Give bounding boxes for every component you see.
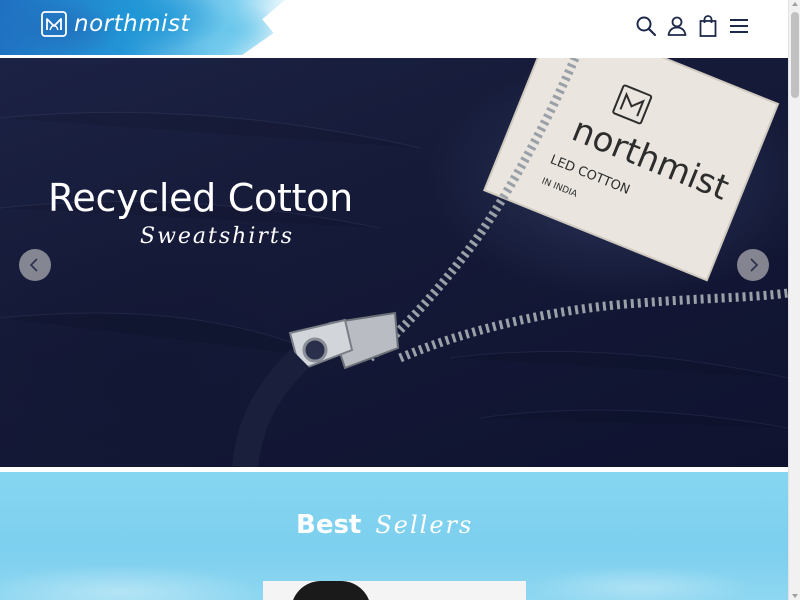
scroll-down-arrow-icon[interactable] <box>792 594 798 598</box>
clothing-label: northmist LED COTTON IN INDIA <box>482 58 780 282</box>
search-icon[interactable] <box>634 14 658 38</box>
chevron-left-icon <box>29 258 38 272</box>
menu-icon[interactable] <box>727 14 751 38</box>
chevron-right-icon <box>750 258 759 272</box>
best-sellers-bold: Best <box>296 510 362 540</box>
scroll-thumb[interactable] <box>791 12 799 98</box>
best-sellers-section: Best Sellers <box>0 472 788 600</box>
logo-mark-icon <box>41 11 67 37</box>
best-sellers-heading: Best Sellers <box>296 510 473 540</box>
site-header: northmist <box>0 0 788 58</box>
hero-image: northmist LED COTTON IN INDIA <box>0 58 788 467</box>
carousel-next-button[interactable] <box>737 249 769 281</box>
best-sellers-script: Sellers <box>375 511 474 539</box>
product-card[interactable] <box>263 581 526 600</box>
cart-icon[interactable] <box>696 14 720 38</box>
hero-title: Recycled Cotton <box>48 176 353 220</box>
product-image <box>291 581 371 600</box>
logo-text: northmist <box>74 11 190 37</box>
hero-script-subtitle: Sweatshirts <box>140 224 295 249</box>
account-icon[interactable] <box>665 14 689 38</box>
carousel-prev-button[interactable] <box>19 249 51 281</box>
logo-link[interactable]: northmist <box>40 9 190 39</box>
scroll-up-arrow-icon[interactable] <box>792 2 798 6</box>
hero-carousel: northmist LED COTTON IN INDIA Recycled C… <box>0 58 788 467</box>
page-scrollbar[interactable] <box>788 0 800 600</box>
